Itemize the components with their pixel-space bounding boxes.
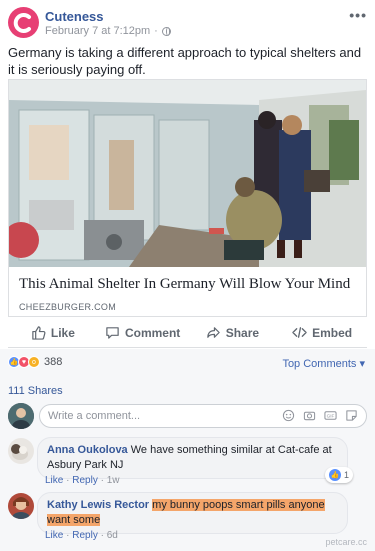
like-reaction-icon: 👍: [329, 469, 341, 481]
comment-bubble: Anna Oukolova We have something similar …: [37, 437, 348, 479]
commenter-avatar[interactable]: [8, 493, 34, 519]
post-timestamp[interactable]: February 7 at 7:12pm: [45, 25, 150, 37]
links-separator: ·: [66, 475, 70, 486]
comment-icon: [106, 327, 119, 339]
comment-age[interactable]: 6d: [107, 530, 118, 541]
links-separator: ·: [66, 530, 70, 541]
reaction-count: 388: [44, 356, 63, 368]
comment-bubble: Kathy Lewis Rector my bunny poops smart …: [37, 492, 348, 534]
comment-reply-link[interactable]: Reply: [72, 475, 98, 486]
embed-button-label: Embed: [312, 325, 353, 340]
comment-button-label: Comment: [124, 325, 181, 340]
meta-separator: ·: [154, 25, 158, 37]
comment-age[interactable]: 1w: [107, 475, 120, 486]
commenter-avatar-photo: [8, 493, 34, 519]
cuteness-logo-icon: [13, 12, 31, 33]
camera-icon[interactable]: [303, 409, 316, 422]
comment-author[interactable]: Anna Oukolova: [47, 444, 128, 456]
comment-reply-link[interactable]: Reply: [72, 530, 98, 541]
share-button[interactable]: Share: [188, 318, 278, 347]
more-options-button[interactable]: •••: [349, 7, 367, 23]
wow-reaction-icon: o: [28, 356, 40, 368]
gif-icon[interactable]: GIF: [324, 409, 337, 422]
watermark: petcare.cc: [325, 537, 367, 547]
like-button-label: Like: [50, 325, 75, 340]
thumbs-up-icon: [32, 326, 46, 340]
shares-count-link[interactable]: 111 Shares: [8, 385, 63, 397]
shelter-photo: [9, 80, 366, 267]
link-domain: CHEEZBURGER.COM: [19, 302, 117, 312]
links-separator: ·: [100, 530, 104, 541]
comment-links: Like · Reply · 1w: [45, 475, 120, 486]
post-meta: February 7 at 7:12pm ·: [45, 25, 171, 37]
emoji-icon[interactable]: [282, 409, 295, 422]
comment-author[interactable]: Kathy Lewis Rector: [47, 499, 149, 511]
commenter-avatar[interactable]: [8, 438, 34, 464]
link-preview-image[interactable]: [9, 80, 366, 267]
comment-links: Like · Reply · 6d: [45, 530, 118, 541]
top-comments-dropdown[interactable]: Top Comments ▾: [282, 357, 365, 370]
comment-like-link[interactable]: Like: [45, 530, 63, 541]
comment-placeholder: Write a comment...: [48, 410, 141, 422]
globe-icon: [161, 26, 171, 36]
links-separator: ·: [100, 475, 104, 486]
commenter-avatar-photo: [8, 438, 34, 464]
embed-button[interactable]: Embed: [277, 318, 367, 347]
page-name-link[interactable]: Cuteness: [45, 9, 104, 24]
sticker-icon[interactable]: [345, 409, 358, 422]
like-button[interactable]: Like: [8, 318, 98, 347]
code-icon: [292, 327, 307, 338]
comment-like-number: 1: [344, 470, 350, 480]
svg-text:GIF: GIF: [327, 414, 335, 419]
user-avatar[interactable]: [8, 403, 34, 429]
link-preview-card[interactable]: This Animal Shelter In Germany Will Blow…: [8, 79, 367, 317]
post-actions-bar: Like Comment Share Embed: [8, 318, 367, 348]
share-button-label: Share: [225, 325, 260, 340]
user-avatar-photo: [8, 403, 34, 429]
share-arrow-icon: [206, 327, 220, 338]
comment-composer: Write a comment... GIF: [8, 403, 367, 429]
comment-like-count[interactable]: 👍 1: [325, 467, 354, 483]
page-avatar[interactable]: [8, 7, 39, 38]
comment-like-link[interactable]: Like: [45, 475, 63, 486]
comment-button[interactable]: Comment: [98, 318, 188, 347]
comment-input[interactable]: Write a comment... GIF: [39, 404, 367, 428]
reactions-summary[interactable]: 👍 ♥ o 388: [8, 356, 62, 368]
link-title[interactable]: This Animal Shelter In Germany Will Blow…: [19, 276, 350, 293]
post-text: Germany is taking a different approach t…: [8, 45, 362, 77]
composer-icons: GIF: [282, 409, 358, 422]
post-header: Cuteness February 7 at 7:12pm · •••: [8, 7, 367, 39]
